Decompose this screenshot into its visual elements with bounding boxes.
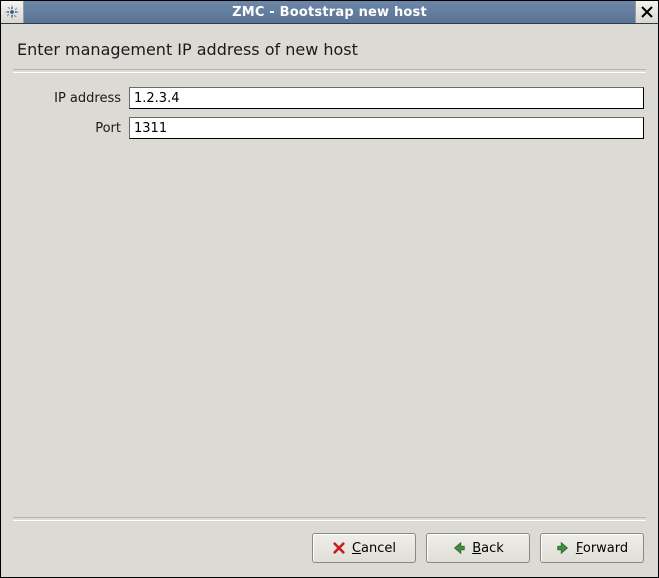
client-area: Enter management IP address of new host …	[1, 24, 658, 577]
port-input[interactable]	[129, 117, 644, 139]
cancel-label: Cancel	[352, 541, 396, 556]
back-button[interactable]: Back	[426, 533, 530, 563]
ip-address-label: IP address	[13, 91, 123, 106]
port-label: Port	[13, 121, 123, 136]
button-row: Cancel Back Forward	[13, 533, 646, 565]
close-button[interactable]	[635, 1, 658, 23]
window-title: ZMC - Bootstrap new host	[24, 5, 635, 20]
burst-icon	[5, 5, 19, 19]
ip-address-input[interactable]	[129, 87, 644, 109]
forward-button[interactable]: Forward	[540, 533, 644, 563]
close-icon	[641, 6, 653, 18]
back-label: Back	[472, 541, 504, 556]
cancel-icon	[332, 541, 346, 555]
form: IP address Port	[13, 87, 646, 139]
forward-label: Forward	[576, 541, 628, 556]
app-menu-icon[interactable]	[1, 1, 24, 23]
back-icon	[452, 541, 466, 555]
window: ZMC - Bootstrap new host Enter managemen…	[0, 0, 659, 578]
separator	[13, 69, 646, 73]
page-heading: Enter management IP address of new host	[13, 34, 646, 69]
titlebar: ZMC - Bootstrap new host	[1, 1, 658, 24]
separator-bottom	[13, 517, 646, 521]
spacer	[13, 139, 646, 513]
forward-icon	[556, 541, 570, 555]
cancel-button[interactable]: Cancel	[312, 533, 416, 563]
